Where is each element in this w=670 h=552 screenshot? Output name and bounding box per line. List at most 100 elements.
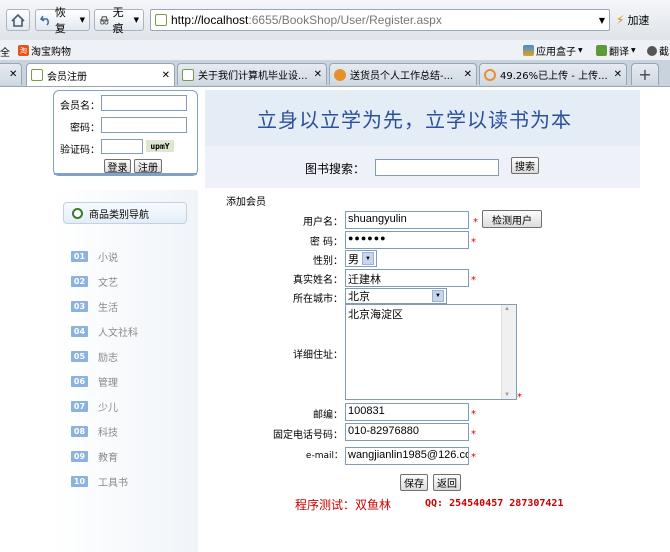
url-host: http://localhost (171, 13, 249, 27)
home-button[interactable] (6, 9, 30, 31)
banner: 立身以立学为先，立学以读书为本 (205, 90, 640, 146)
phone-label: 固定电话号码： (273, 430, 343, 441)
address-textarea[interactable]: 北京海淀区 ▲ ▼ (345, 304, 517, 400)
username-label: 用户名： (303, 217, 343, 228)
bookmark-taobao[interactable]: 淘 淘宝购物 (18, 43, 71, 58)
category-item[interactable]: 01 小说 (71, 249, 118, 264)
close-icon[interactable]: ✕ (9, 69, 17, 80)
login-button[interactable]: 登录 (104, 159, 131, 174)
taobao-icon: 淘 (18, 45, 29, 56)
tab-title: 关于我们计算机毕业设... (198, 71, 308, 82)
tab-previous-partial[interactable]: ✕ (0, 63, 22, 85)
close-icon[interactable]: ✕ (314, 69, 322, 80)
password-input[interactable] (101, 117, 187, 133)
category-number: 03 (71, 301, 88, 312)
back-button[interactable]: 返回 (433, 474, 461, 491)
tester-credit: 程序测试：双鱼林 (295, 498, 392, 512)
restore-button[interactable]: 恢复 ▼ (35, 6, 90, 35)
category-item[interactable]: 07 少儿 (71, 399, 118, 414)
traceless-button[interactable]: 无痕 ▼ (94, 6, 144, 35)
address-bar[interactable]: http://localhost:6655/BookShop/User/Regi… (150, 9, 610, 31)
bookmark-apps-label: 应用盒子 (536, 47, 576, 58)
real-name-input[interactable]: 迁建林 (345, 269, 469, 287)
category-item[interactable]: 02 文艺 (71, 274, 118, 289)
close-icon[interactable]: ✕ (464, 69, 472, 80)
scissors-icon (647, 45, 657, 56)
tab-upload-progress[interactable]: 49.26%已上传 - 上传... ✕ (479, 63, 627, 85)
register-button[interactable]: 注册 (134, 159, 162, 174)
tab-about-us[interactable]: 关于我们计算机毕业设... ✕ (177, 63, 327, 85)
save-button[interactable]: 保存 (400, 474, 428, 491)
link-favicon-icon (334, 68, 346, 81)
category-label: 少儿 (98, 403, 118, 414)
accelerate-button[interactable]: ⚡ 加速 (612, 9, 670, 31)
bookmark-screenshot[interactable]: 截 (647, 43, 669, 58)
book-search-label: 图书搜索： (305, 162, 366, 176)
required-mark: * (473, 217, 478, 228)
bookmark-apps[interactable]: 应用盒子 ▼ (523, 43, 583, 58)
close-icon[interactable]: ✕ (162, 70, 170, 81)
bullet-circle-icon (72, 207, 83, 219)
captcha-label: 验证码： (60, 145, 100, 156)
required-mark: * (517, 392, 522, 403)
member-name-input[interactable] (101, 95, 187, 111)
postcode-label: 邮编： (313, 410, 343, 421)
category-number: 09 (71, 451, 88, 462)
search-bar: 图书搜索： 搜索 (205, 146, 640, 188)
category-label: 生活 (98, 303, 118, 314)
real-name-label: 真实姓名： (293, 275, 343, 286)
category-item[interactable]: 06 管理 (71, 374, 118, 389)
tab-member-register[interactable]: 会员注册 ✕ (26, 63, 175, 86)
bookmark-translate[interactable]: 翻译 ▼ (596, 43, 636, 58)
phone-input[interactable]: 010-82976880 (345, 423, 469, 441)
category-number: 01 (71, 251, 88, 262)
city-select[interactable]: 北京 ▼ (345, 288, 447, 304)
captcha-input[interactable] (101, 139, 143, 154)
address-value: 北京海淀区 (348, 309, 403, 321)
category-nav-title: 商品类别导航 (89, 209, 149, 221)
category-item[interactable]: 08 科技 (71, 424, 118, 439)
qq-contact: QQ: 254540457 287307421 (425, 498, 564, 509)
search-button[interactable]: 搜索 (511, 157, 539, 174)
tab-title: 49.26%已上传 - 上传... (500, 71, 608, 82)
city-label: 所在城市： (293, 294, 343, 305)
gender-value: 男 (348, 253, 359, 266)
new-tab-button[interactable]: + (631, 63, 659, 85)
bookmark-fragment[interactable]: 全 (0, 44, 10, 59)
gender-select[interactable]: 男 ▼ (345, 250, 377, 267)
tab-delivery-summary[interactable]: 送货员个人工作总结-... ✕ (329, 63, 477, 85)
page-favicon-icon (31, 69, 43, 81)
category-item[interactable]: 10 工具书 (71, 474, 128, 489)
postcode-input[interactable]: 100831 (345, 403, 469, 421)
url-dropdown-button[interactable]: ▼ (594, 9, 610, 31)
scroll-up-icon[interactable]: ▲ (504, 306, 510, 312)
category-item[interactable]: 03 生活 (71, 299, 118, 314)
page-favicon-icon (155, 14, 167, 26)
book-search-input[interactable] (375, 159, 499, 176)
category-nav-header: 商品类别导航 (63, 202, 187, 224)
category-item[interactable]: 05 励志 (71, 349, 118, 364)
browser-toolbar: 恢复 ▼ 无痕 ▼ http://localhost:6655/BookShop… (0, 0, 670, 41)
chevron-down-icon: ▼ (133, 16, 139, 24)
home-icon (11, 13, 25, 27)
loading-favicon-icon (484, 68, 496, 81)
category-item[interactable]: 09 教育 (71, 449, 118, 464)
tab-title: 送货员个人工作总结-... (350, 71, 454, 82)
username-input[interactable]: shuangyulin (345, 211, 469, 229)
city-value: 北京 (348, 291, 370, 303)
close-icon[interactable]: ✕ (614, 69, 622, 80)
traceless-label: 无痕 (112, 6, 124, 35)
textarea-scrollbar[interactable]: ▲ ▼ (501, 305, 516, 399)
translate-icon (596, 45, 607, 56)
email-input[interactable]: wangjianlin1985@126.com (345, 447, 469, 465)
check-user-button[interactable]: 检测用户 (482, 210, 542, 228)
chevron-down-icon: ▼ (362, 252, 374, 265)
incognito-icon (99, 15, 109, 25)
captcha-image[interactable]: upmY (146, 140, 174, 152)
scroll-down-icon[interactable]: ▼ (504, 392, 510, 398)
chevron-down-icon: ▼ (598, 15, 606, 25)
category-item[interactable]: 04 人文社科 (71, 324, 138, 339)
password-input[interactable]: ●●●●●● (345, 231, 469, 249)
category-label: 励志 (98, 353, 118, 364)
category-number: 06 (71, 376, 88, 387)
